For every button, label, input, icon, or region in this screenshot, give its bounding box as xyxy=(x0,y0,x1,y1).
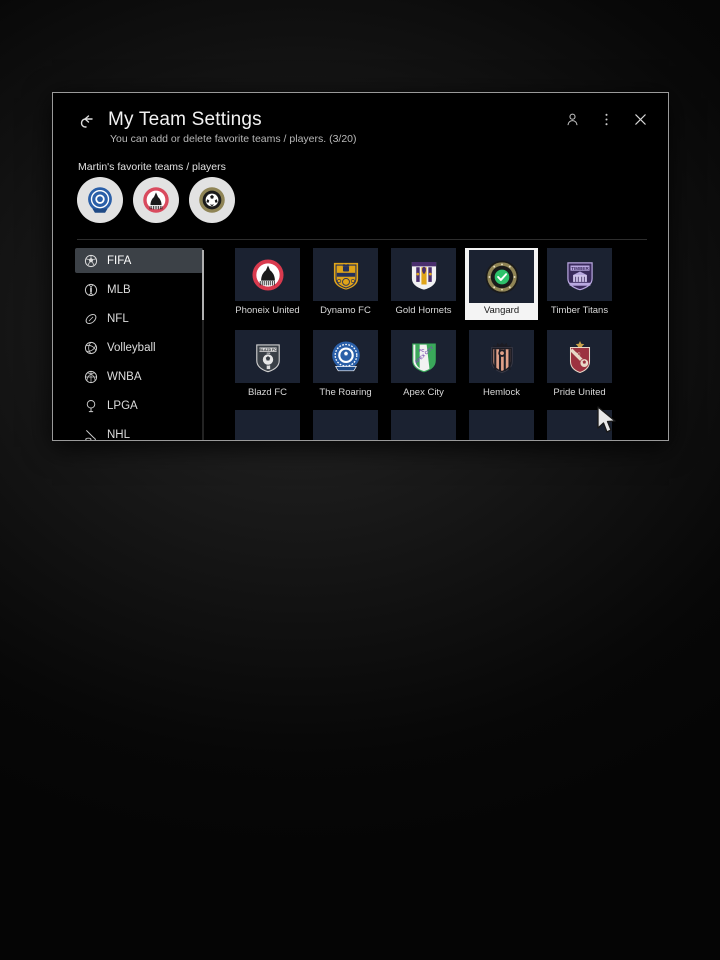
svg-text:TIMBER: TIMBER xyxy=(571,265,589,270)
svg-text:FC: FC xyxy=(574,351,581,356)
sidebar-item-label: FIFA xyxy=(107,254,132,267)
sidebar-item-nfl[interactable]: NFL xyxy=(75,306,203,331)
team-tile-hemlock[interactable]: Hemlock xyxy=(469,330,534,398)
favorites-label: Martin's favorite teams / players xyxy=(78,161,226,173)
sports-sidebar: FIFA MLB NFL Volleyball WNBA LPGA NHL xyxy=(53,248,208,440)
team-crest: FC APEX CITY xyxy=(391,330,456,383)
sidebar-item-label: Volleyball xyxy=(107,341,156,354)
team-tile-pride-united[interactable]: FC Pride United xyxy=(547,330,612,398)
team-tile-row3[interactable] xyxy=(235,410,300,440)
team-crest xyxy=(469,330,534,383)
team-tile-row3[interactable] xyxy=(469,410,534,440)
team-name: The Roaring xyxy=(319,387,372,398)
team-crest xyxy=(391,248,456,301)
team-crest: TIMBER xyxy=(547,248,612,301)
team-tile-dynamo-fc[interactable]: Dynamo FC xyxy=(313,248,378,318)
header-divider xyxy=(77,239,647,240)
team-crest: FC xyxy=(547,330,612,383)
team-name: Dynamo FC xyxy=(320,305,371,316)
team-name: Phoneix United xyxy=(235,305,300,316)
team-grid-container: Phoneix United Dynamo FC Gold Hornets Va… xyxy=(208,248,668,440)
team-name: Pride United xyxy=(553,387,606,398)
team-name: Gold Hornets xyxy=(395,305,452,316)
team-tile-timber-titans[interactable]: TIMBER Timber Titans xyxy=(547,248,612,318)
account-icon[interactable] xyxy=(565,112,580,127)
team-crest xyxy=(469,250,534,303)
team-crest xyxy=(391,410,456,440)
sidebar-item-volleyball[interactable]: Volleyball xyxy=(75,335,203,360)
team-grid: Phoneix United Dynamo FC Gold Hornets Va… xyxy=(235,248,668,440)
team-crest xyxy=(313,330,378,383)
team-crest xyxy=(469,410,534,440)
page-title: My Team Settings xyxy=(108,109,262,130)
team-crest xyxy=(235,410,300,440)
sidebar-item-nhl[interactable]: NHL xyxy=(75,422,203,440)
window-body: FIFA MLB NFL Volleyball WNBA LPGA NHL Ph… xyxy=(53,248,668,440)
team-tile-blazd-fc[interactable]: BLAZD FC Blazd FC xyxy=(235,330,300,398)
team-name: Apex City xyxy=(403,387,444,398)
soccer-ball-icon xyxy=(84,254,98,267)
team-name: Hemlock xyxy=(483,387,520,398)
team-tile-row3[interactable] xyxy=(547,410,612,440)
sidebar-item-fifa[interactable]: FIFA xyxy=(75,248,203,273)
team-tile-row3[interactable] xyxy=(391,410,456,440)
team-crest: BLAZD FC xyxy=(235,330,300,383)
golf-tee-icon xyxy=(86,399,96,412)
team-tile-gold-hornets[interactable]: Gold Hornets xyxy=(391,248,456,318)
favorite-avatar[interactable] xyxy=(133,177,179,223)
sidebar-item-label: LPGA xyxy=(107,399,138,412)
team-tile-phoneix-united[interactable]: Phoneix United xyxy=(235,248,300,318)
team-tile-vangard[interactable]: Vangard xyxy=(465,248,538,320)
more-options-icon[interactable] xyxy=(599,112,614,127)
sidebar-item-label: WNBA xyxy=(107,370,142,383)
football-icon xyxy=(85,313,97,324)
svg-text:BLAZD FC: BLAZD FC xyxy=(259,347,277,351)
team-name: Timber Titans xyxy=(550,305,609,316)
team-name: Blazd FC xyxy=(247,387,288,398)
my-team-settings-window: My Team Settings You can add or delete f… xyxy=(52,92,669,441)
window-header: My Team Settings You can add or delete f… xyxy=(53,93,668,240)
sidebar-item-mlb[interactable]: MLB xyxy=(75,277,203,302)
basketball-icon xyxy=(84,370,98,383)
sidebar-item-label: NHL xyxy=(107,428,131,441)
page-subtitle: You can add or delete favorite teams / p… xyxy=(110,133,357,145)
close-icon[interactable] xyxy=(633,112,648,127)
team-crest xyxy=(313,410,378,440)
team-crest xyxy=(547,410,612,440)
sidebar-item-label: MLB xyxy=(107,283,131,296)
volleyball-icon xyxy=(84,341,98,354)
sidebar-item-label: NFL xyxy=(107,312,129,325)
team-crest xyxy=(313,248,378,301)
favorite-avatar[interactable] xyxy=(189,177,235,223)
team-tile-apex-city[interactable]: FC APEX CITY Apex City xyxy=(391,330,456,398)
header-actions xyxy=(565,112,648,127)
team-tile-row3[interactable] xyxy=(313,410,378,440)
baseball-icon xyxy=(84,283,98,296)
favorite-avatar[interactable] xyxy=(77,177,123,223)
back-arrow-icon[interactable] xyxy=(79,113,99,133)
team-tile-the-roaring[interactable]: The Roaring xyxy=(313,330,378,398)
team-crest xyxy=(235,248,300,301)
hockey-icon xyxy=(85,429,96,440)
favorites-row xyxy=(77,177,235,223)
sidebar-item-lpga[interactable]: LPGA xyxy=(75,393,203,418)
sidebar-scrollbar-thumb[interactable] xyxy=(202,250,204,320)
sidebar-item-wnba[interactable]: WNBA xyxy=(75,364,203,389)
team-name: Vangard xyxy=(483,305,520,316)
